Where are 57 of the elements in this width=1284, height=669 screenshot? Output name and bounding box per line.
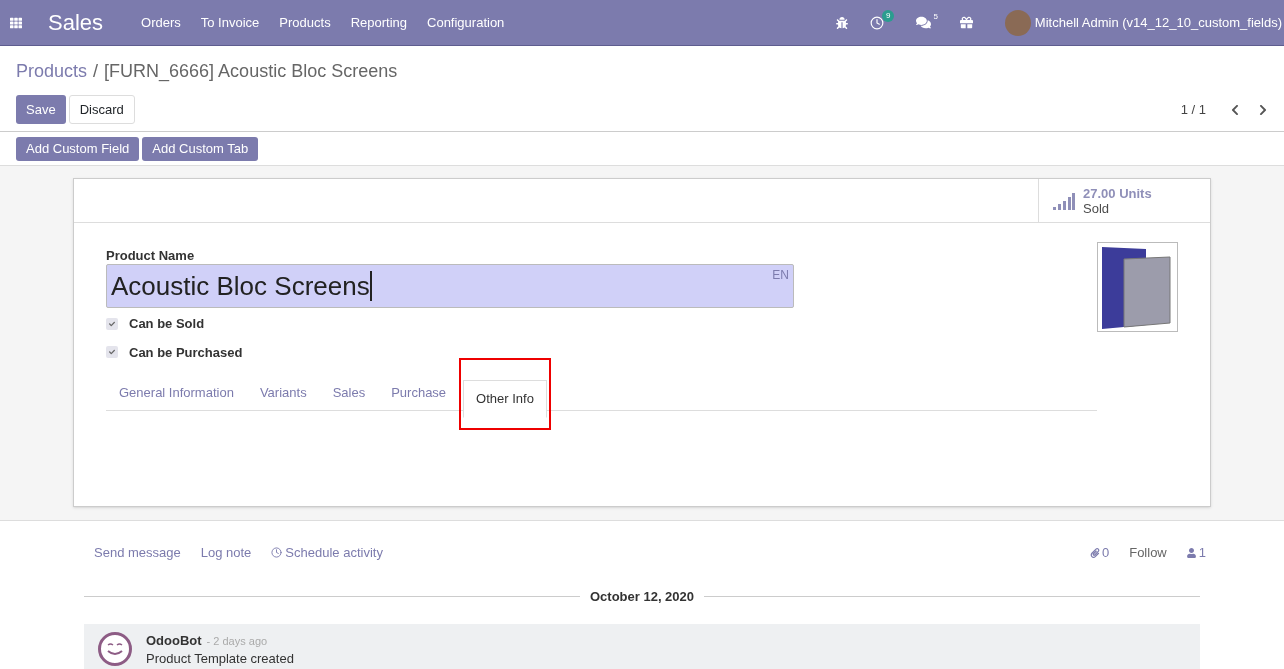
user-icon	[1186, 547, 1196, 558]
check-icon	[109, 349, 115, 356]
clock-icon	[271, 547, 283, 559]
chat-icon[interactable]	[916, 15, 932, 30]
tab[interactable]: Sales	[319, 374, 379, 410]
user-name[interactable]: Mitchell Admin (v14_12_10_custom_fields)	[1034, 12, 1282, 33]
message-time: - 2 days ago	[206, 635, 268, 647]
previous-icon[interactable]	[1230, 103, 1240, 116]
breadcrumb-link[interactable]: Products	[16, 58, 88, 85]
tab[interactable]: Other Info	[463, 380, 547, 418]
sold-stat-button[interactable]: 27.00 Units Sold	[1038, 179, 1180, 222]
message-body: Product Template created	[146, 650, 294, 668]
breadcrumb-separator: /	[93, 60, 99, 83]
save-button[interactable]: Save	[16, 95, 66, 124]
stat-value: 27.00 Units	[1083, 185, 1152, 201]
chatter-action[interactable]: Send message	[94, 543, 181, 563]
checkbox[interactable]	[106, 346, 118, 359]
follow-button[interactable]: Follow	[1129, 543, 1167, 563]
tab[interactable]: Variants	[246, 374, 320, 410]
menu-item[interactable]: Reporting	[340, 12, 417, 33]
tab[interactable]: General Information	[106, 374, 247, 410]
menu-item[interactable]: Configuration	[417, 12, 515, 33]
menu-item[interactable]: To Invoice	[190, 12, 270, 33]
chatter-action[interactable]: Schedule activity	[271, 543, 383, 563]
product-name-value: Acoustic Bloc Screens	[111, 271, 372, 301]
menu-item[interactable]: Products	[269, 12, 341, 33]
smiley-avatar-icon	[98, 632, 132, 666]
checkbox[interactable]	[106, 317, 118, 330]
custom-button[interactable]: Add Custom Field	[16, 136, 140, 161]
bar-chart-icon	[1053, 191, 1075, 210]
next-icon[interactable]	[1258, 103, 1268, 116]
custom-button[interactable]: Add Custom Tab	[142, 136, 259, 161]
tab[interactable]: Purchase	[378, 374, 460, 410]
date-separator: October 12, 2020	[588, 587, 696, 606]
bug-icon[interactable]	[835, 16, 848, 29]
check-icon	[109, 320, 115, 327]
gift-icon[interactable]	[959, 16, 973, 29]
pager-value: 1 / 1	[1180, 100, 1206, 119]
language-button[interactable]: EN	[772, 266, 789, 284]
paperclip-icon	[1089, 547, 1100, 558]
followers-count[interactable]: 1	[1186, 543, 1206, 563]
checkbox-label: Can be Sold	[129, 315, 205, 333]
clock-icon[interactable]	[869, 15, 884, 30]
activity-count: 9	[881, 9, 895, 22]
field-label: Product Name	[106, 248, 196, 264]
app-name: Sales	[48, 9, 104, 37]
message-count: 5	[933, 11, 938, 23]
checkbox-label: Can be Purchased	[129, 343, 243, 362]
apps-menu-icon[interactable]	[10, 16, 22, 29]
menu-item[interactable]: Orders	[131, 12, 191, 33]
chatter-action[interactable]: Log note	[200, 543, 252, 563]
message-author: OdooBot	[146, 633, 202, 648]
breadcrumb-current: [FURN_6666] Acoustic Bloc Screens	[104, 60, 398, 84]
discard-button[interactable]: Discard	[68, 95, 135, 124]
product-name-input[interactable]: Acoustic Bloc Screens EN	[106, 264, 794, 308]
stat-label: Sold	[1083, 200, 1111, 216]
attachment-count[interactable]: 0	[1089, 543, 1110, 563]
